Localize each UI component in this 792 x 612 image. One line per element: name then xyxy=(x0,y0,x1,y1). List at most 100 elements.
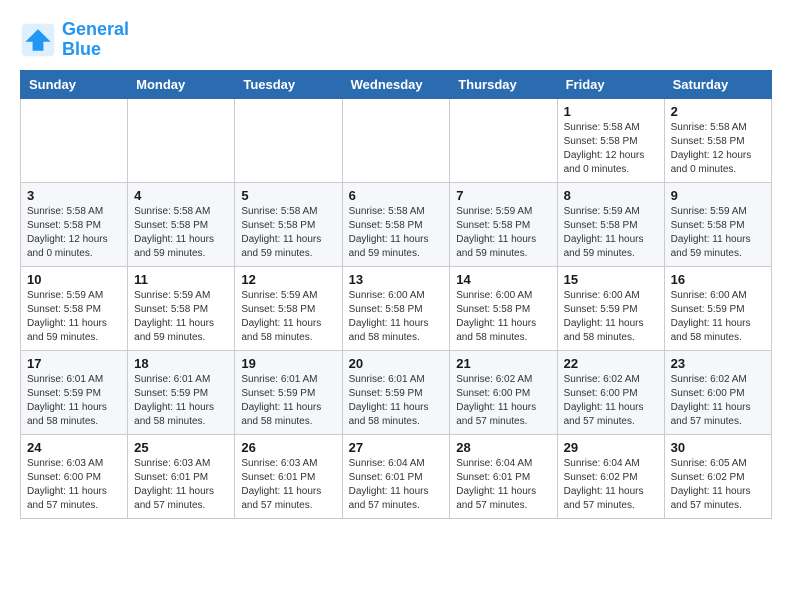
day-cell: 3 Sunrise: 5:58 AM Sunset: 5:58 PM Daylig… xyxy=(21,182,128,266)
day-info: Sunrise: 5:59 AM Sunset: 5:58 PM Dayligh… xyxy=(671,205,765,261)
day-info: Sunrise: 6:00 AM Sunset: 5:58 PM Dayligh… xyxy=(456,289,550,345)
day-number: 13 xyxy=(349,272,444,287)
day-info: Sunrise: 6:02 AM Sunset: 6:00 PM Dayligh… xyxy=(564,373,658,429)
day-info: Sunrise: 5:59 AM Sunset: 5:58 PM Dayligh… xyxy=(564,205,658,261)
day-cell: 6Sunrise: 5:58 AM Sunset: 5:58 PM Daylig… xyxy=(342,182,450,266)
day-cell: 24 Sunrise: 6:03 AM Sunset: 6:00 PM Dayli… xyxy=(21,434,128,518)
day-number: 20 xyxy=(349,356,444,371)
logo-icon xyxy=(20,22,56,58)
col-header-tuesday: Tuesday xyxy=(235,70,342,98)
day-cell: 14 Sunrise: 6:00 AM Sunset: 5:58 PM Dayli… xyxy=(450,266,557,350)
day-cell: 17Sunrise: 6:01 AM Sunset: 5:59 PM Dayli… xyxy=(21,350,128,434)
calendar-table: SundayMondayTuesdayWednesdayThursdayFrid… xyxy=(20,70,772,519)
day-number: 21 xyxy=(456,356,550,371)
day-info: Sunrise: 5:59 AM Sunset: 5:58 PM Dayligh… xyxy=(241,289,335,345)
day-cell xyxy=(235,98,342,182)
day-number: 14 xyxy=(456,272,550,287)
day-number: 9 xyxy=(671,188,765,203)
day-info: Sunrise: 6:02 AM Sunset: 6:00 PM Dayligh… xyxy=(671,373,765,429)
day-info: Sunrise: 6:01 AM Sunset: 5:59 PM Dayligh… xyxy=(134,373,228,429)
day-cell: 10Sunrise: 5:59 AM Sunset: 5:58 PM Dayli… xyxy=(21,266,128,350)
day-info: Sunrise: 6:01 AM Sunset: 5:59 PM Dayligh… xyxy=(241,373,335,429)
day-info: Sunrise: 5:58 AM Sunset: 5:58 PM Dayligh… xyxy=(564,121,658,177)
day-cell: 18 Sunrise: 6:01 AM Sunset: 5:59 PM Dayli… xyxy=(128,350,235,434)
week-row-4: 17 Sunrise: 6:01 AM Sunset: 5:59 PM Dayli… xyxy=(21,350,772,434)
day-info: Sunrise: 5:58 AM Sunset: 5:58 PM Dayligh… xyxy=(134,205,228,261)
day-cell xyxy=(21,98,128,182)
day-number: 29 xyxy=(564,440,658,455)
week-row-1: 1 Sunrise: 5:58 AM Sunset: 5:58 PM Daylig… xyxy=(21,98,772,182)
day-cell xyxy=(128,98,235,182)
col-header-thursday: Thursday xyxy=(450,70,557,98)
day-number: 19 xyxy=(241,356,335,371)
day-number: 17 xyxy=(27,356,121,371)
day-number: 11 xyxy=(134,272,228,287)
page-header: General Blue xyxy=(20,20,772,60)
day-number: 18 xyxy=(134,356,228,371)
day-info: Sunrise: 6:03 AM Sunset: 6:00 PM Dayligh… xyxy=(27,457,121,513)
day-cell: 19 Sunrise: 6:01 AM Sunset: 5:59 PM Dayli… xyxy=(235,350,342,434)
day-number: 16 xyxy=(671,272,765,287)
day-number: 5 xyxy=(241,188,335,203)
day-cell: 25 Sunrise: 6:03 AM Sunset: 6:01 PM Dayli… xyxy=(128,434,235,518)
day-cell xyxy=(342,98,450,182)
day-cell: 16 Sunrise: 6:00 AM Sunset: 5:59 PM Dayli… xyxy=(664,266,771,350)
day-cell: 26Sunrise: 6:03 AM Sunset: 6:01 PM Dayli… xyxy=(235,434,342,518)
day-cell: 11 Sunrise: 5:59 AM Sunset: 5:58 PM Dayli… xyxy=(128,266,235,350)
day-number: 23 xyxy=(671,356,765,371)
day-number: 2 xyxy=(671,104,765,119)
week-row-3: 10 Sunrise: 5:59 AM Sunset: 5:58 PM Dayli… xyxy=(21,266,772,350)
day-info: Sunrise: 5:58 AM Sunset: 5:58 PM Dayligh… xyxy=(241,205,335,261)
day-cell: 12 Sunrise: 5:59 AM Sunset: 5:58 PM Dayli… xyxy=(235,266,342,350)
day-cell: 8 Sunrise: 5:59 AM Sunset: 5:58 PM Daylig… xyxy=(557,182,664,266)
day-cell: 29 Sunrise: 6:04 AM Sunset: 6:02 PM Dayli… xyxy=(557,434,664,518)
col-header-monday: Monday xyxy=(128,70,235,98)
calendar-header-row: SundayMondayTuesdayWednesdayThursdayFrid… xyxy=(21,70,772,98)
day-number: 10 xyxy=(27,272,121,287)
day-info: Sunrise: 6:03 AM Sunset: 6:01 PM Dayligh… xyxy=(134,457,228,513)
day-number: 6 xyxy=(349,188,444,203)
day-number: 1 xyxy=(564,104,658,119)
day-number: 27 xyxy=(349,440,444,455)
day-info: Sunrise: 5:58 AM Sunset: 5:58 PM Dayligh… xyxy=(27,205,121,261)
day-cell: 9 Sunrise: 5:59 AM Sunset: 5:58 PM Daylig… xyxy=(664,182,771,266)
day-cell: 1 Sunrise: 5:58 AM Sunset: 5:58 PM Daylig… xyxy=(557,98,664,182)
day-number: 12 xyxy=(241,272,335,287)
day-number: 3 xyxy=(27,188,121,203)
day-number: 22 xyxy=(564,356,658,371)
day-cell: 21 Sunrise: 6:02 AM Sunset: 6:00 PM Dayli… xyxy=(450,350,557,434)
day-info: Sunrise: 6:00 AM Sunset: 5:59 PM Dayligh… xyxy=(564,289,658,345)
day-number: 7 xyxy=(456,188,550,203)
day-cell: 13 Sunrise: 6:00 AM Sunset: 5:58 PM Dayli… xyxy=(342,266,450,350)
day-info: Sunrise: 5:59 AM Sunset: 5:58 PM Dayligh… xyxy=(456,205,550,261)
day-info: Sunrise: 6:03 AM Sunset: 6:01 PM Dayligh… xyxy=(241,457,335,513)
day-cell xyxy=(450,98,557,182)
col-header-wednesday: Wednesday xyxy=(342,70,450,98)
day-cell: 15Sunrise: 6:00 AM Sunset: 5:59 PM Dayli… xyxy=(557,266,664,350)
day-cell: 2Sunrise: 5:58 AM Sunset: 5:58 PM Daylig… xyxy=(664,98,771,182)
day-cell: 5 Sunrise: 5:58 AM Sunset: 5:58 PM Daylig… xyxy=(235,182,342,266)
col-header-sunday: Sunday xyxy=(21,70,128,98)
day-number: 28 xyxy=(456,440,550,455)
day-info: Sunrise: 6:00 AM Sunset: 5:58 PM Dayligh… xyxy=(349,289,444,345)
day-number: 24 xyxy=(27,440,121,455)
day-info: Sunrise: 6:00 AM Sunset: 5:59 PM Dayligh… xyxy=(671,289,765,345)
day-info: Sunrise: 5:59 AM Sunset: 5:58 PM Dayligh… xyxy=(134,289,228,345)
day-number: 4 xyxy=(134,188,228,203)
col-header-friday: Friday xyxy=(557,70,664,98)
day-cell: 7 Sunrise: 5:59 AM Sunset: 5:58 PM Daylig… xyxy=(450,182,557,266)
day-cell: 28Sunrise: 6:04 AM Sunset: 6:01 PM Dayli… xyxy=(450,434,557,518)
day-number: 25 xyxy=(134,440,228,455)
day-info: Sunrise: 6:04 AM Sunset: 6:01 PM Dayligh… xyxy=(349,457,444,513)
day-number: 8 xyxy=(564,188,658,203)
logo: General Blue xyxy=(20,20,129,60)
day-cell: 23 Sunrise: 6:02 AM Sunset: 6:00 PM Dayli… xyxy=(664,350,771,434)
week-row-5: 24 Sunrise: 6:03 AM Sunset: 6:00 PM Dayli… xyxy=(21,434,772,518)
col-header-saturday: Saturday xyxy=(664,70,771,98)
day-cell: 4 Sunrise: 5:58 AM Sunset: 5:58 PM Daylig… xyxy=(128,182,235,266)
day-cell: 27 Sunrise: 6:04 AM Sunset: 6:01 PM Dayli… xyxy=(342,434,450,518)
day-info: Sunrise: 6:02 AM Sunset: 6:00 PM Dayligh… xyxy=(456,373,550,429)
day-info: Sunrise: 6:04 AM Sunset: 6:02 PM Dayligh… xyxy=(564,457,658,513)
day-number: 30 xyxy=(671,440,765,455)
logo-text: General Blue xyxy=(62,20,129,60)
